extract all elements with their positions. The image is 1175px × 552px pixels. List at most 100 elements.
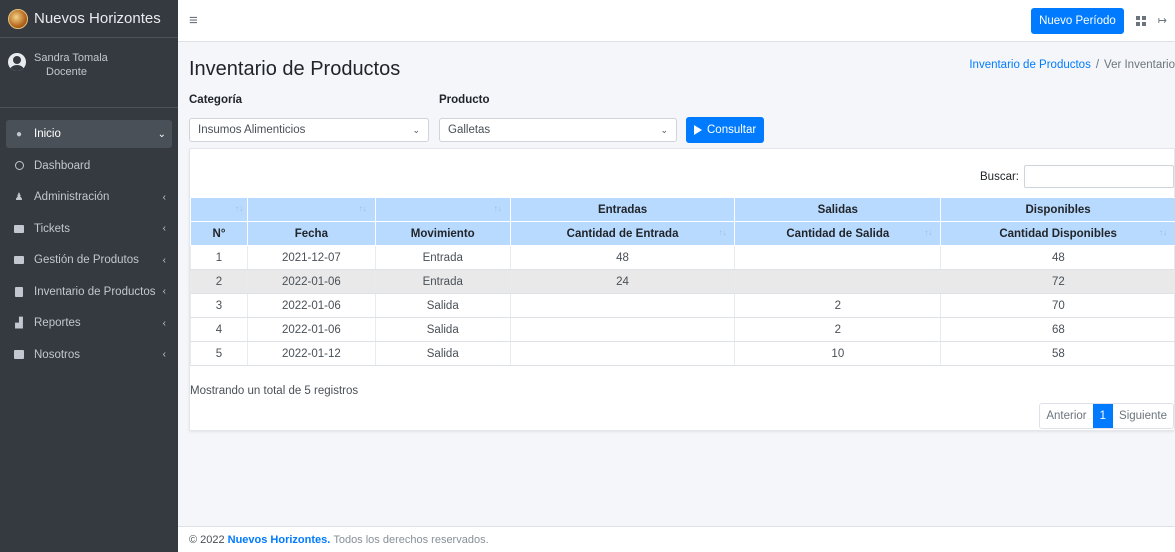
cell-movimiento: Salida [374, 317, 511, 342]
cell-no: 4 [190, 317, 248, 342]
cell-entrada: 24 [509, 269, 735, 294]
ticket-icon [12, 224, 26, 233]
product-label: Producto [439, 94, 490, 106]
column-header-no[interactable]: N° [190, 221, 248, 246]
top-navbar: ≡ Nuevo Período ↦ [178, 0, 1175, 42]
cell-movimiento: Salida [374, 341, 511, 366]
sidebar-item-label: Reportes [34, 317, 81, 329]
pagination-prev[interactable]: Anterior [1040, 404, 1092, 428]
table-row: 2 2022-01-06 Entrada 24 72 [190, 269, 1175, 294]
circle-icon [12, 161, 26, 170]
group-header-disponibles: Disponibles [940, 197, 1175, 222]
pagination-next[interactable]: Siguiente [1113, 404, 1173, 428]
cell-salida [734, 245, 941, 270]
cell-movimiento: Entrada [374, 245, 511, 270]
chevron-left-icon: ‹ [162, 349, 166, 360]
sidebar-item-reportes[interactable]: ▟ Reportes ‹ [6, 309, 172, 337]
cell-salida: 10 [734, 341, 941, 366]
cell-entrada [509, 317, 735, 342]
product-select[interactable]: Galletas ⌄ [439, 118, 677, 142]
grid-icon[interactable] [1135, 15, 1146, 26]
sidebar-item-dashboard[interactable]: Dashboard [6, 152, 172, 180]
cell-disponibles: 58 [940, 341, 1175, 366]
sidebar-item-tickets[interactable]: Tickets ‹ [6, 215, 172, 243]
inventory-table: ↑↓ ↑↓ ↑↓ Entradas Salidas Disponibles N°… [190, 197, 1175, 366]
logout-icon[interactable]: ↦ [1158, 14, 1167, 27]
user-panel: Sandra Tomala Docente [0, 38, 178, 108]
column-header-label: Cantidad de Salida [786, 227, 890, 240]
chevron-left-icon: ‹ [162, 317, 166, 329]
chevron-left-icon: ‹ [162, 223, 166, 234]
breadcrumb-current: Ver Inventario [1104, 59, 1175, 71]
group-header-movimiento[interactable]: ↑↓ [374, 197, 511, 222]
breadcrumb-link[interactable]: Inventario de Productos [969, 59, 1090, 71]
sidebar-item-label: Dashboard [34, 159, 91, 172]
sidebar-item-label: Inventario de Productos [34, 285, 156, 298]
sidebar-item-inventario[interactable]: Inventario de Productos ‹ [6, 278, 172, 306]
chevron-left-icon: ‹ [162, 286, 166, 297]
brand-link[interactable]: Nuevos Horizontes [0, 0, 178, 38]
cell-entrada [509, 293, 735, 318]
group-header-no[interactable]: ↑↓ [190, 197, 248, 222]
brand-logo-icon [8, 8, 28, 29]
column-header-label: Cantidad de Entrada [566, 227, 679, 240]
hamburger-menu-icon[interactable]: ≡ [189, 12, 198, 29]
cell-no: 5 [190, 341, 248, 366]
search-label: Buscar: [980, 170, 1019, 183]
users-icon: ♟ [14, 191, 24, 203]
sort-icon: ↑↓ [924, 228, 933, 237]
sidebar-item-administracion[interactable]: ♟ Administración ‹ [6, 183, 172, 211]
cell-disponibles: 70 [940, 293, 1175, 318]
cell-entrada: 48 [509, 245, 735, 270]
table-search: Buscar: [980, 165, 1174, 188]
column-header-movimiento[interactable]: Movimiento [374, 221, 511, 246]
cell-no: 1 [190, 245, 248, 270]
sidebar-item-inicio[interactable]: ● Inicio ⌄ [6, 120, 172, 148]
user-role: Docente [46, 66, 87, 78]
sidebar-item-gestion-productos[interactable]: Gestión de Produtos ‹ [6, 246, 172, 274]
cell-disponibles: 72 [940, 269, 1175, 294]
group-header-row: ↑↓ ↑↓ ↑↓ Entradas Salidas Disponibles [190, 197, 1175, 222]
cell-fecha: 2022-01-12 [246, 341, 376, 366]
cell-salida [734, 269, 941, 294]
id-card-icon [12, 350, 26, 359]
cell-disponibles: 48 [940, 245, 1175, 270]
sort-icon: ↑↓ [358, 204, 367, 213]
sidebar: Nuevos Horizontes Sandra Tomala Docente … [0, 0, 178, 552]
column-header-cantidad-entrada[interactable]: Cantidad de Entrada ↑↓ [509, 221, 736, 246]
group-header-salidas: Salidas [734, 197, 942, 222]
sidebar-item-nosotros[interactable]: Nosotros ‹ [6, 341, 172, 369]
chevron-down-icon: ⌄ [157, 128, 166, 140]
pagination-page-1[interactable]: 1 [1092, 404, 1114, 428]
cell-salida: 2 [734, 293, 941, 318]
user-avatar-icon [8, 53, 26, 71]
product-select-value: Galletas [448, 124, 491, 136]
column-header-label: Cantidad Disponibles [999, 227, 1117, 240]
table-row: 4 2022-01-06 Salida 2 68 [190, 317, 1175, 342]
chevron-left-icon: ‹ [162, 254, 166, 266]
cell-fecha: 2022-01-06 [246, 269, 376, 294]
page-title: Inventario de Productos [189, 58, 401, 80]
search-input[interactable] [1024, 165, 1174, 188]
chevron-down-icon: ⌄ [412, 124, 420, 135]
brand-title: Nuevos Horizontes [34, 10, 161, 27]
cell-no: 2 [190, 269, 248, 294]
sidebar-item-label: Gestión de Produtos [34, 254, 139, 266]
group-header-fecha[interactable]: ↑↓ [246, 197, 376, 222]
consult-button-label: Consultar [707, 124, 757, 136]
table-row: 3 2022-01-06 Salida 2 70 [190, 293, 1175, 318]
play-icon [694, 125, 702, 135]
main-content: Inventario de Productos Inventario de Pr… [178, 42, 1175, 516]
cell-fecha: 2021-12-07 [246, 245, 376, 270]
column-header-cantidad-salida[interactable]: Cantidad de Salida ↑↓ [734, 221, 942, 246]
column-header-fecha[interactable]: Fecha [246, 221, 376, 246]
inventory-card: Buscar: ↑↓ ↑↓ ↑↓ Entradas Salidas Dispon… [189, 148, 1175, 431]
new-period-button[interactable]: Nuevo Período [1031, 7, 1124, 34]
category-select[interactable]: Insumos Alimenticios ⌄ [189, 118, 429, 142]
user-name[interactable]: Sandra Tomala [34, 52, 108, 64]
footer-brand-link[interactable]: Nuevos Horizontes. [228, 534, 331, 546]
footer-rights: Todos los derechos reservados. [333, 533, 489, 546]
group-header-entradas: Entradas [509, 197, 736, 222]
consult-button[interactable]: Consultar [686, 117, 765, 143]
column-header-cantidad-disponibles[interactable]: Cantidad Disponibles ↑↓ [940, 221, 1175, 246]
